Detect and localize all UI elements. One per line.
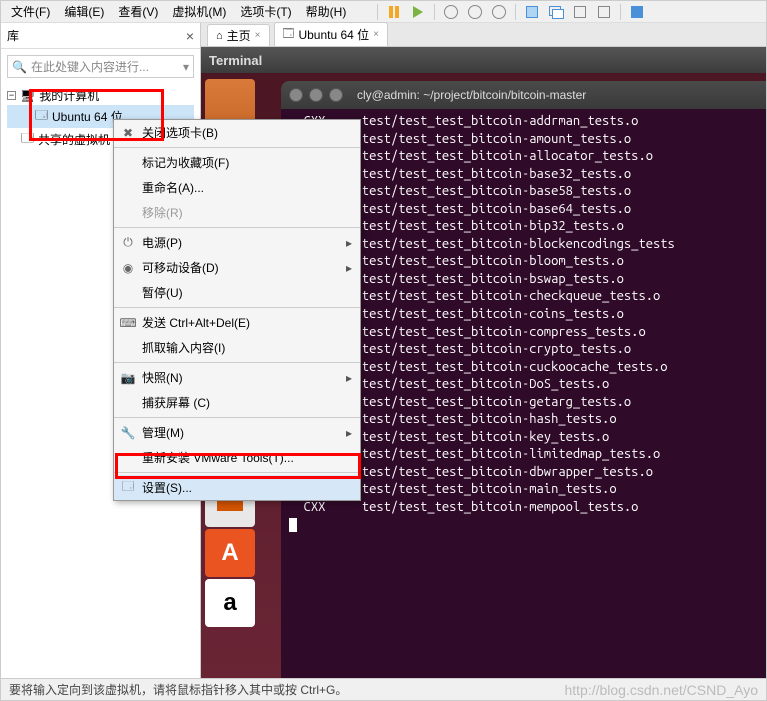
close-tab-icon: ✖ xyxy=(120,125,136,141)
submenu-arrow-icon: ▸ xyxy=(346,236,352,250)
view3-icon[interactable] xyxy=(570,3,590,21)
vm-icon: 🗔 xyxy=(283,25,295,44)
ctx-favorite[interactable]: 标记为收藏项(F) xyxy=(114,150,360,175)
close-icon[interactable]: × xyxy=(255,30,261,41)
keyboard-icon: ⌨ xyxy=(120,315,136,331)
submenu-arrow-icon: ▸ xyxy=(346,371,352,385)
view4-icon[interactable] xyxy=(594,3,614,21)
snapshot-icon[interactable] xyxy=(441,3,461,21)
launcher-software[interactable]: A xyxy=(205,529,255,577)
power-icon: ⏻ xyxy=(120,235,136,251)
vm-icon: 🗔 xyxy=(35,106,48,127)
tab-home[interactable]: ⌂ 主页 × xyxy=(207,24,270,46)
tab-vm[interactable]: 🗔 Ubuntu 64 位 × xyxy=(274,22,389,46)
ctx-close-tab[interactable]: ✖关闭选项卡(B) xyxy=(114,120,360,145)
ctx-grab-input[interactable]: 抓取输入内容(I) xyxy=(114,335,360,360)
gnome-menubar: Terminal xyxy=(201,47,766,73)
ctx-power[interactable]: ⏻电源(P)▸ xyxy=(114,230,360,255)
pause-button[interactable] xyxy=(384,3,404,21)
computer-icon: 🖥 xyxy=(20,89,35,103)
ctx-reinstall-tools[interactable]: 重新安装 VMware Tools(T)... xyxy=(114,445,360,470)
ctx-snapshot[interactable]: 📷快照(N)▸ xyxy=(114,365,360,390)
tree-root[interactable]: − 🖥 我的计算机 xyxy=(7,86,194,105)
status-text: 要将输入定向到该虚拟机，请将鼠标指针移入其中或按 Ctrl+G。 xyxy=(9,681,347,698)
ctx-remove: 移除(R) xyxy=(114,200,360,225)
menu-edit[interactable]: 编辑(E) xyxy=(58,1,110,22)
snapshot-icon: 📷 xyxy=(120,370,136,386)
ctx-rename[interactable]: 重命名(A)... xyxy=(114,175,360,200)
library-title: 库 xyxy=(7,27,19,44)
watermark: http://blog.csdn.net/CSND_Ayo xyxy=(564,682,758,698)
cd-icon: ◉ xyxy=(120,260,136,276)
statusbar: 要将输入定向到该虚拟机，请将鼠标指针移入其中或按 Ctrl+G。 http://… xyxy=(1,678,766,700)
view1-icon[interactable] xyxy=(522,3,542,21)
home-icon: ⌂ xyxy=(216,30,223,42)
search-placeholder: 在此处键入内容进行... xyxy=(31,58,149,75)
context-menu: ✖关闭选项卡(B) 标记为收藏项(F) 重命名(A)... 移除(R) ⏻电源(… xyxy=(113,119,361,501)
search-icon: 🔍 xyxy=(12,60,27,74)
terminal-titlebar: cly@admin: ~/project/bitcoin/bitcoin-mas… xyxy=(281,81,766,109)
menu-vm[interactable]: 虚拟机(M) xyxy=(166,1,232,22)
ctx-pause[interactable]: 暂停(U) xyxy=(114,280,360,305)
play-button[interactable] xyxy=(408,3,428,21)
toolbar xyxy=(371,1,651,23)
shared-icon: 🗔 xyxy=(21,129,34,150)
window-close-icon[interactable] xyxy=(289,88,303,102)
ctx-send-cad[interactable]: ⌨发送 Ctrl+Alt+Del(E) xyxy=(114,310,360,335)
menu-tabs[interactable]: 选项卡(T) xyxy=(234,1,297,22)
close-icon[interactable]: × xyxy=(186,28,194,44)
submenu-arrow-icon: ▸ xyxy=(346,426,352,440)
snapshot-revert-icon[interactable] xyxy=(465,3,485,21)
window-max-icon[interactable] xyxy=(329,88,343,102)
view2-icon[interactable] xyxy=(546,3,566,21)
search-input[interactable]: 🔍 在此处键入内容进行... ▾ xyxy=(7,55,194,78)
ctx-removable[interactable]: ◉可移动设备(D)▸ xyxy=(114,255,360,280)
tab-strip: ⌂ 主页 × 🗔 Ubuntu 64 位 × xyxy=(201,23,766,47)
menu-help[interactable]: 帮助(H) xyxy=(300,1,353,22)
launcher-amazon[interactable]: a xyxy=(205,579,255,627)
snapshot-mgr-icon[interactable] xyxy=(489,3,509,21)
ctx-manage[interactable]: 🔧管理(M)▸ xyxy=(114,420,360,445)
wrench-icon: 🔧 xyxy=(120,425,136,441)
view5-icon[interactable] xyxy=(627,3,647,21)
chevron-down-icon: ▾ xyxy=(183,60,189,74)
ctx-settings[interactable]: 🗔设置(S)... xyxy=(114,475,360,500)
close-icon[interactable]: × xyxy=(373,29,379,40)
window-min-icon[interactable] xyxy=(309,88,323,102)
menu-file[interactable]: 文件(F) xyxy=(5,1,56,22)
settings-icon: 🗔 xyxy=(120,480,136,496)
menu-view[interactable]: 查看(V) xyxy=(112,1,164,22)
submenu-arrow-icon: ▸ xyxy=(346,261,352,275)
ctx-capture[interactable]: 捕获屏幕 (C) xyxy=(114,390,360,415)
